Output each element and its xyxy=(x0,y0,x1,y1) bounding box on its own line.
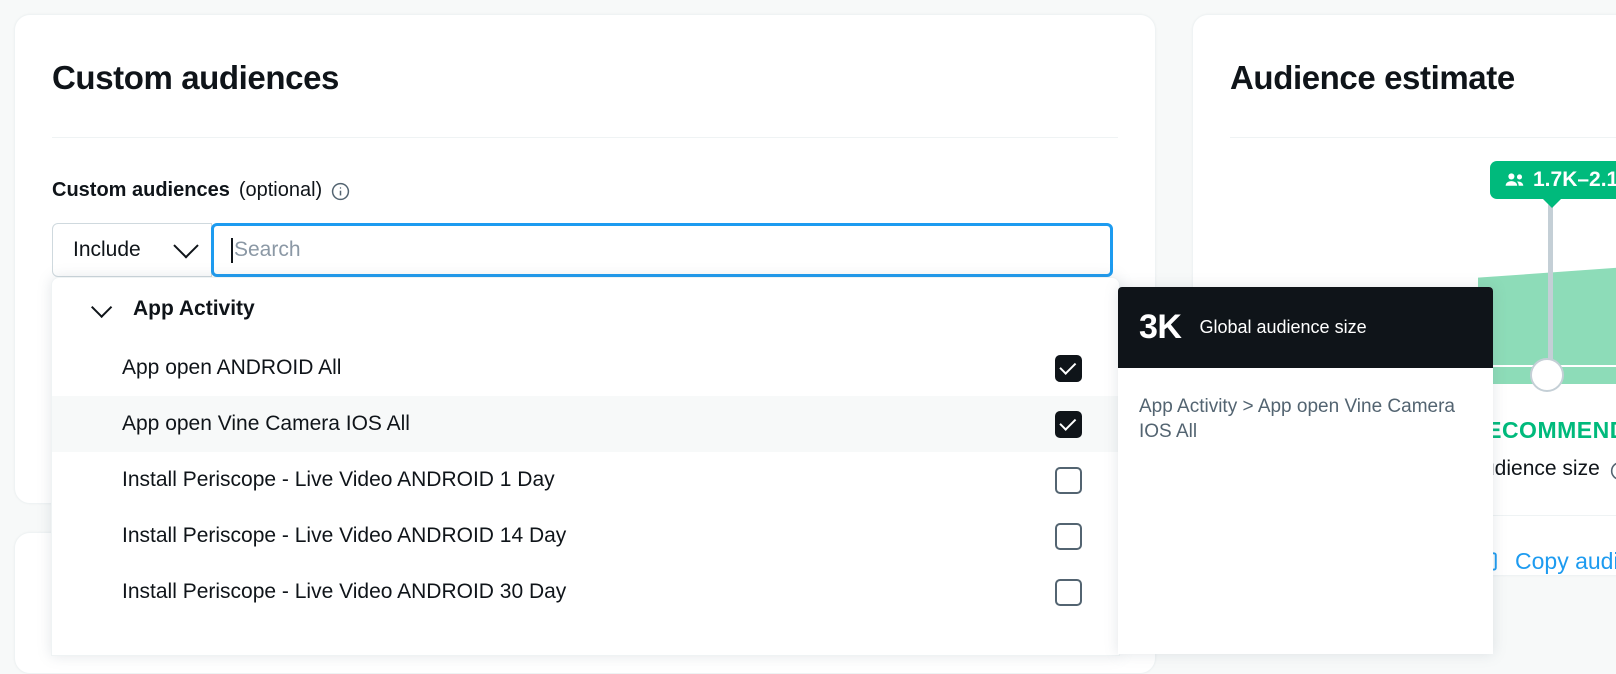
option-label: App open ANDROID All xyxy=(122,356,342,379)
audience-slider-thumb[interactable] xyxy=(1530,358,1564,392)
include-select-value: Include xyxy=(73,238,141,261)
list-item[interactable]: Install Periscope - Live Video ANDROID 3… xyxy=(52,564,1119,620)
audience-range-value: 1.7K–2.1K xyxy=(1533,168,1616,191)
list-item[interactable]: App open ANDROID All xyxy=(52,340,1119,396)
option-label: App open Vine Camera IOS All xyxy=(122,412,410,435)
dropdown-group-app-activity[interactable]: App Activity xyxy=(52,278,1119,340)
option-checkbox[interactable] xyxy=(1055,410,1082,438)
option-checkbox[interactable] xyxy=(1055,466,1082,494)
audience-estimate-divider xyxy=(1230,137,1616,138)
chevron-down-icon xyxy=(91,296,113,318)
dropdown-group-label: App Activity xyxy=(133,297,255,320)
custom-audiences-dropdown: App Activity App open ANDROID All App op… xyxy=(51,277,1120,656)
audience-slider-track[interactable] xyxy=(1548,203,1553,378)
info-icon[interactable] xyxy=(1610,461,1616,480)
text-caret xyxy=(231,237,233,263)
tooltip-audience-size: 3K xyxy=(1139,308,1182,346)
chevron-down-icon xyxy=(173,233,199,259)
audience-estimate-title: Audience estimate xyxy=(1230,59,1515,96)
audience-size-tooltip: 3K Global audience size App Activity > A… xyxy=(1118,287,1493,654)
option-label: Install Periscope - Live Video ANDROID 1… xyxy=(122,468,555,491)
option-checkbox[interactable] xyxy=(1055,354,1082,382)
option-label: Install Periscope - Live Video ANDROID 1… xyxy=(122,524,567,547)
page-title: Custom audiences xyxy=(52,59,340,96)
option-checkbox[interactable] xyxy=(1055,578,1082,606)
list-item[interactable]: App open Vine Camera IOS All xyxy=(52,396,1119,452)
list-item[interactable]: Install Periscope - Live Video ANDROID 1… xyxy=(52,508,1119,564)
copy-audience-label: Copy audience xyxy=(1515,548,1616,574)
custom-audiences-field-label: Custom audiences (optional) xyxy=(52,179,350,202)
field-label-text: Custom audiences xyxy=(52,179,230,201)
card-divider xyxy=(52,137,1118,138)
search-placeholder: Search xyxy=(234,238,301,261)
tooltip-audience-size-label: Global audience size xyxy=(1199,317,1367,337)
tooltip-breadcrumb: App Activity > App open Vine Camera IOS … xyxy=(1139,396,1455,443)
option-checkbox[interactable] xyxy=(1055,522,1082,550)
tooltip-header: 3K Global audience size xyxy=(1118,287,1493,368)
gauge-band xyxy=(1478,247,1616,365)
list-item[interactable]: Install Periscope - Live Video ANDROID 1… xyxy=(52,452,1119,508)
field-label-optional: (optional) xyxy=(238,179,323,201)
search-input[interactable]: Search xyxy=(211,223,1113,277)
option-label: Install Periscope - Live Video ANDROID 3… xyxy=(122,580,567,603)
people-icon xyxy=(1504,171,1526,189)
audience-control-row: Include Search xyxy=(52,223,1113,277)
include-exclude-select[interactable]: Include xyxy=(52,223,212,277)
info-icon[interactable] xyxy=(331,182,350,201)
copy-audience-link[interactable]: Copy audience xyxy=(1473,548,1616,575)
audience-range-badge: 1.7K–2.1K xyxy=(1490,161,1616,208)
